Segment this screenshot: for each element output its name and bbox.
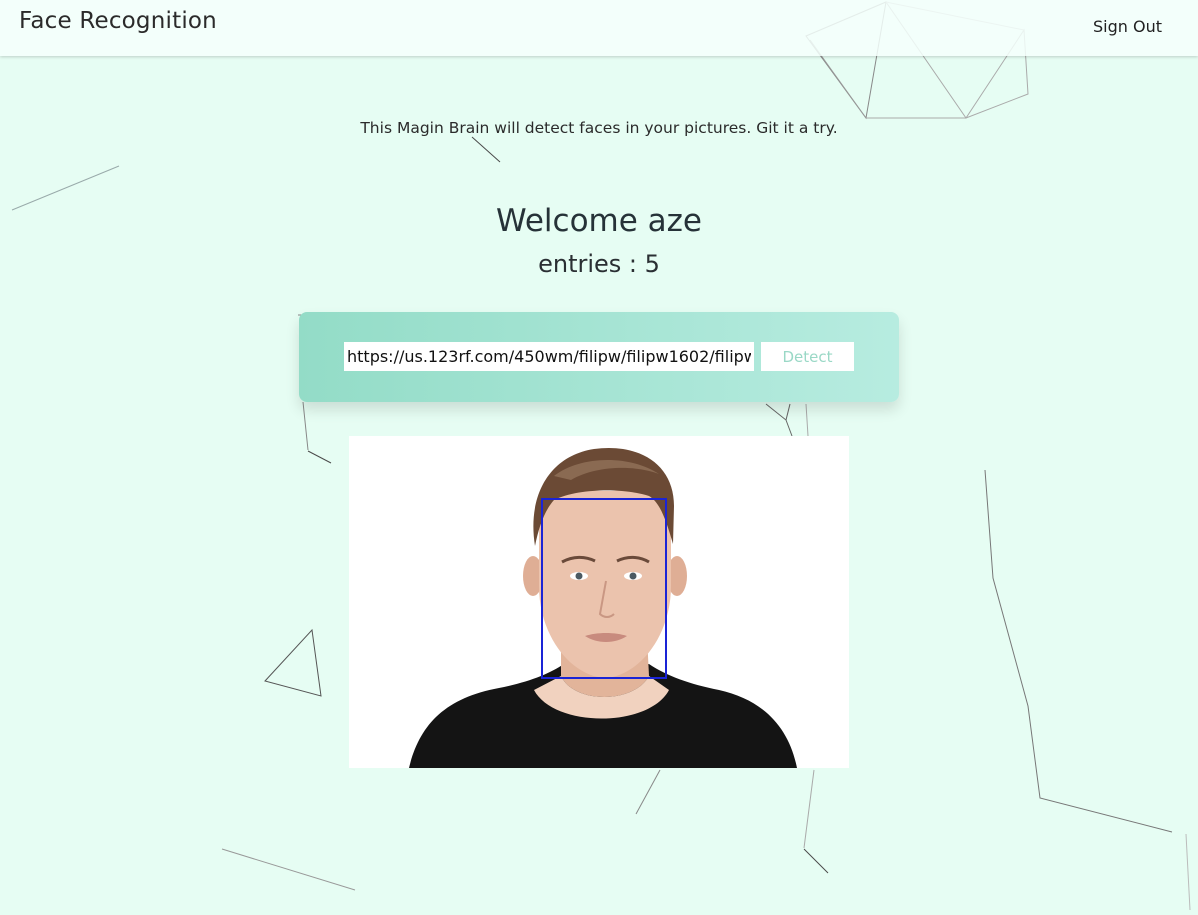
app-title: Face Recognition	[19, 8, 217, 34]
detect-button[interactable]: Detect	[761, 342, 854, 371]
entries-count: entries : 5	[538, 250, 660, 278]
face-image	[349, 436, 849, 768]
welcome-heading: Welcome aze	[496, 203, 702, 239]
sign-out-link[interactable]: Sign Out	[1093, 17, 1162, 36]
top-nav: Face Recognition Sign Out	[0, 0, 1198, 56]
tagline-text: This Magin Brain will detect faces in yo…	[360, 119, 838, 137]
image-url-form: Detect	[299, 312, 899, 402]
image-url-input[interactable]	[344, 342, 754, 371]
face-bounding-box	[541, 498, 667, 679]
